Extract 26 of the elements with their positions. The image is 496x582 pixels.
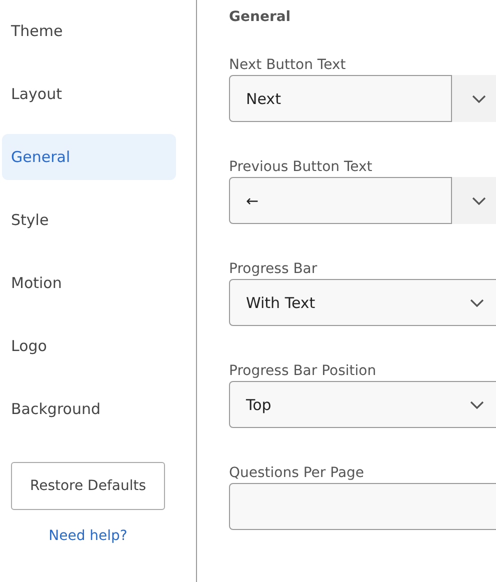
input-field[interactable]	[229, 483, 496, 530]
text-field[interactable]: ←	[229, 177, 452, 224]
chevron-down-icon	[470, 298, 484, 306]
field-label: Progress Bar	[229, 260, 318, 279]
restore-defaults-button[interactable]: Restore Defaults	[11, 462, 165, 510]
sidebar-item[interactable]: Motion	[2, 260, 176, 306]
chevron-down-icon	[472, 94, 486, 102]
field-label: Progress Bar Position	[229, 362, 378, 381]
select-field[interactable]: Top	[229, 381, 496, 428]
field-label: Next Button Text	[229, 56, 347, 75]
sidebar-item[interactable]: Background	[2, 386, 176, 432]
dropdown-toggle[interactable]	[452, 75, 496, 122]
section-heading: General	[229, 9, 292, 27]
sidebar-item[interactable]: General	[2, 134, 176, 180]
field-label: Questions Per Page	[229, 464, 366, 483]
text-field[interactable]: Next	[229, 75, 452, 122]
field-label: Previous Button Text	[229, 158, 374, 177]
sidebar-item[interactable]: Logo	[2, 323, 176, 369]
chevron-down-icon	[470, 400, 484, 408]
sidebar-item[interactable]: Style	[2, 197, 176, 243]
chevron-down-icon	[472, 196, 486, 204]
select-field[interactable]: With Text	[229, 279, 496, 326]
dropdown-toggle[interactable]	[452, 177, 496, 224]
help-link[interactable]: Need help?	[0, 528, 176, 544]
sidebar-item[interactable]: Layout	[2, 71, 176, 117]
sidebar-item[interactable]: Theme	[2, 8, 176, 54]
